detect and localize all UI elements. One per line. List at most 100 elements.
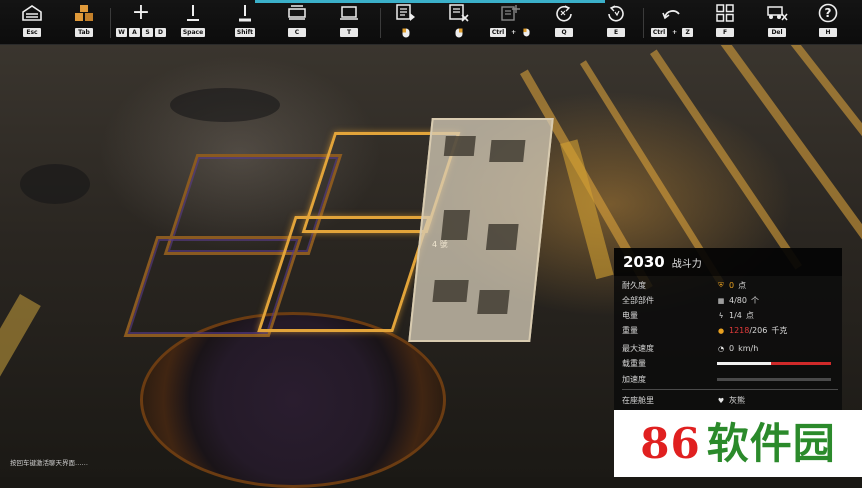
ghost-hole <box>432 280 469 302</box>
top-toolbar: Esc Tab + W A S D Space Shift C T Ctrl +… <box>0 0 862 45</box>
chat-hint: 按回车键激活聊天界面…… <box>10 459 88 467</box>
place-part-button[interactable] <box>390 3 422 43</box>
puddle <box>20 164 90 204</box>
boxes-icon <box>73 3 95 23</box>
svg-text:?: ? <box>825 6 832 20</box>
sunlight-stripe <box>790 39 862 234</box>
stat-value: 0 <box>729 281 735 290</box>
garage-button[interactable]: Esc <box>16 3 48 43</box>
watermark-digits: 86 <box>640 418 701 468</box>
undo-icon <box>661 3 683 23</box>
key-plus: + <box>672 29 678 36</box>
remove-part-icon <box>448 3 470 23</box>
stat-row-durability: 耐久度 ⛨ 0 点 <box>622 278 838 293</box>
lower-button[interactable]: Shift <box>229 3 261 43</box>
ghost-frame-preview[interactable] <box>408 118 554 342</box>
camera-c-button[interactable]: C <box>281 3 313 43</box>
stat-value: 0 <box>729 344 735 353</box>
stat-label: 加速度 <box>622 375 646 384</box>
stat-unit: 点 <box>745 311 754 320</box>
vehicle-stats-panel: 2030 战斗力 耐久度 ⛨ 0 点 全部部件 ▦ 4/80 个 电量 ϟ 1/… <box>614 248 842 410</box>
key-esc: Esc <box>23 28 41 37</box>
ghost-hole <box>477 290 510 314</box>
wheel-base <box>140 312 446 488</box>
move-button[interactable]: + W A S D <box>116 0 166 43</box>
parts-button[interactable]: Tab <box>68 3 100 43</box>
puddle <box>170 88 280 122</box>
raise-icon <box>182 3 204 23</box>
load-bar-overflow <box>770 362 831 365</box>
help-button[interactable]: ? H <box>812 3 844 43</box>
stat-label: 最大速度 <box>622 344 654 353</box>
remove-part-button[interactable] <box>443 3 475 43</box>
multi-place-icon <box>500 3 522 23</box>
acceleration-bar <box>717 378 831 381</box>
key-z: Z <box>682 28 694 37</box>
rotate-right-icon <box>605 3 627 23</box>
key-d: D <box>155 28 166 37</box>
stat-label: 在座舱里 <box>622 396 654 405</box>
mouse-right-icon <box>450 28 468 37</box>
key-a: A <box>129 28 140 37</box>
key-ctrl: Ctrl <box>650 28 668 37</box>
key-w: W <box>116 28 127 37</box>
key-s: S <box>142 28 153 37</box>
power-value: 2030 <box>623 253 665 271</box>
grid-button[interactable]: F <box>709 3 741 43</box>
stat-unit: 点 <box>738 281 747 290</box>
stat-value-rest: /206 <box>749 326 768 335</box>
garage-icon <box>21 3 43 23</box>
stat-unit: 千克 <box>771 326 788 335</box>
undo-button[interactable]: Ctrl + Z <box>650 3 694 43</box>
shield-icon: ⛨ <box>718 281 724 289</box>
watermark-logo: 86 软件园 <box>614 410 862 477</box>
stat-row-weight: 重量 ● 1218/206 千克 <box>622 323 838 338</box>
part-hint-label: 4 號 <box>432 240 448 249</box>
lightning-icon: ϟ <box>718 311 724 320</box>
stat-label: 重量 <box>622 326 638 335</box>
move-plus-icon: + <box>131 0 151 25</box>
stat-row-load: 载重量 <box>622 356 838 371</box>
watermark-chars: 软件园 <box>706 418 836 468</box>
camera-t-icon <box>338 3 360 23</box>
stat-label: 耐久度 <box>622 281 646 290</box>
stat-label: 电量 <box>622 311 638 320</box>
camera-c-icon <box>286 3 308 23</box>
raise-button[interactable]: Space <box>177 3 209 43</box>
stat-row-acceleration: 加速度 <box>622 372 838 387</box>
rotate-e-button[interactable]: E <box>600 3 632 43</box>
rotate-left-icon <box>553 3 575 23</box>
power-label: 战斗力 <box>671 259 702 270</box>
panel-divider <box>622 389 838 390</box>
camera-t-button[interactable]: T <box>333 3 365 43</box>
stat-row-parts: 全部部件 ▦ 4/80 个 <box>622 293 838 308</box>
key-ctrl: Ctrl <box>489 28 507 37</box>
grid-icon <box>714 3 736 23</box>
key-tab: Tab <box>75 28 93 37</box>
stat-value: 1/4 <box>729 311 742 320</box>
delete-vehicle-button[interactable]: Del <box>761 3 793 43</box>
delete-vehicle-icon <box>766 3 788 23</box>
weight-icon: ● <box>717 326 725 335</box>
stat-value: 4/80 <box>729 296 747 305</box>
sunlight-stripe <box>720 38 862 255</box>
mouse-left-icon <box>397 28 415 37</box>
lower-icon <box>234 3 256 23</box>
stat-label: 全部部件 <box>622 296 654 305</box>
key-space: Space <box>180 28 206 37</box>
stat-row-max-speed: 最大速度 ◔ 0 km/h <box>622 341 838 356</box>
multi-place-button[interactable]: Ctrl + <box>489 3 530 43</box>
power-header: 2030 战斗力 <box>614 248 842 276</box>
key-f: F <box>716 28 734 37</box>
toolbar-separator <box>380 8 381 38</box>
key-plus: + <box>511 29 517 36</box>
key-h: H <box>819 28 837 37</box>
toolbar-separator <box>110 8 111 38</box>
key-e: E <box>607 28 625 37</box>
ghost-hole <box>443 136 476 156</box>
load-bar-fill <box>717 362 771 365</box>
sunlight-stripe <box>650 49 803 270</box>
heart-icon: ♥ <box>717 396 725 405</box>
rotate-q-button[interactable]: Q <box>548 3 580 43</box>
key-del: Del <box>768 28 786 37</box>
